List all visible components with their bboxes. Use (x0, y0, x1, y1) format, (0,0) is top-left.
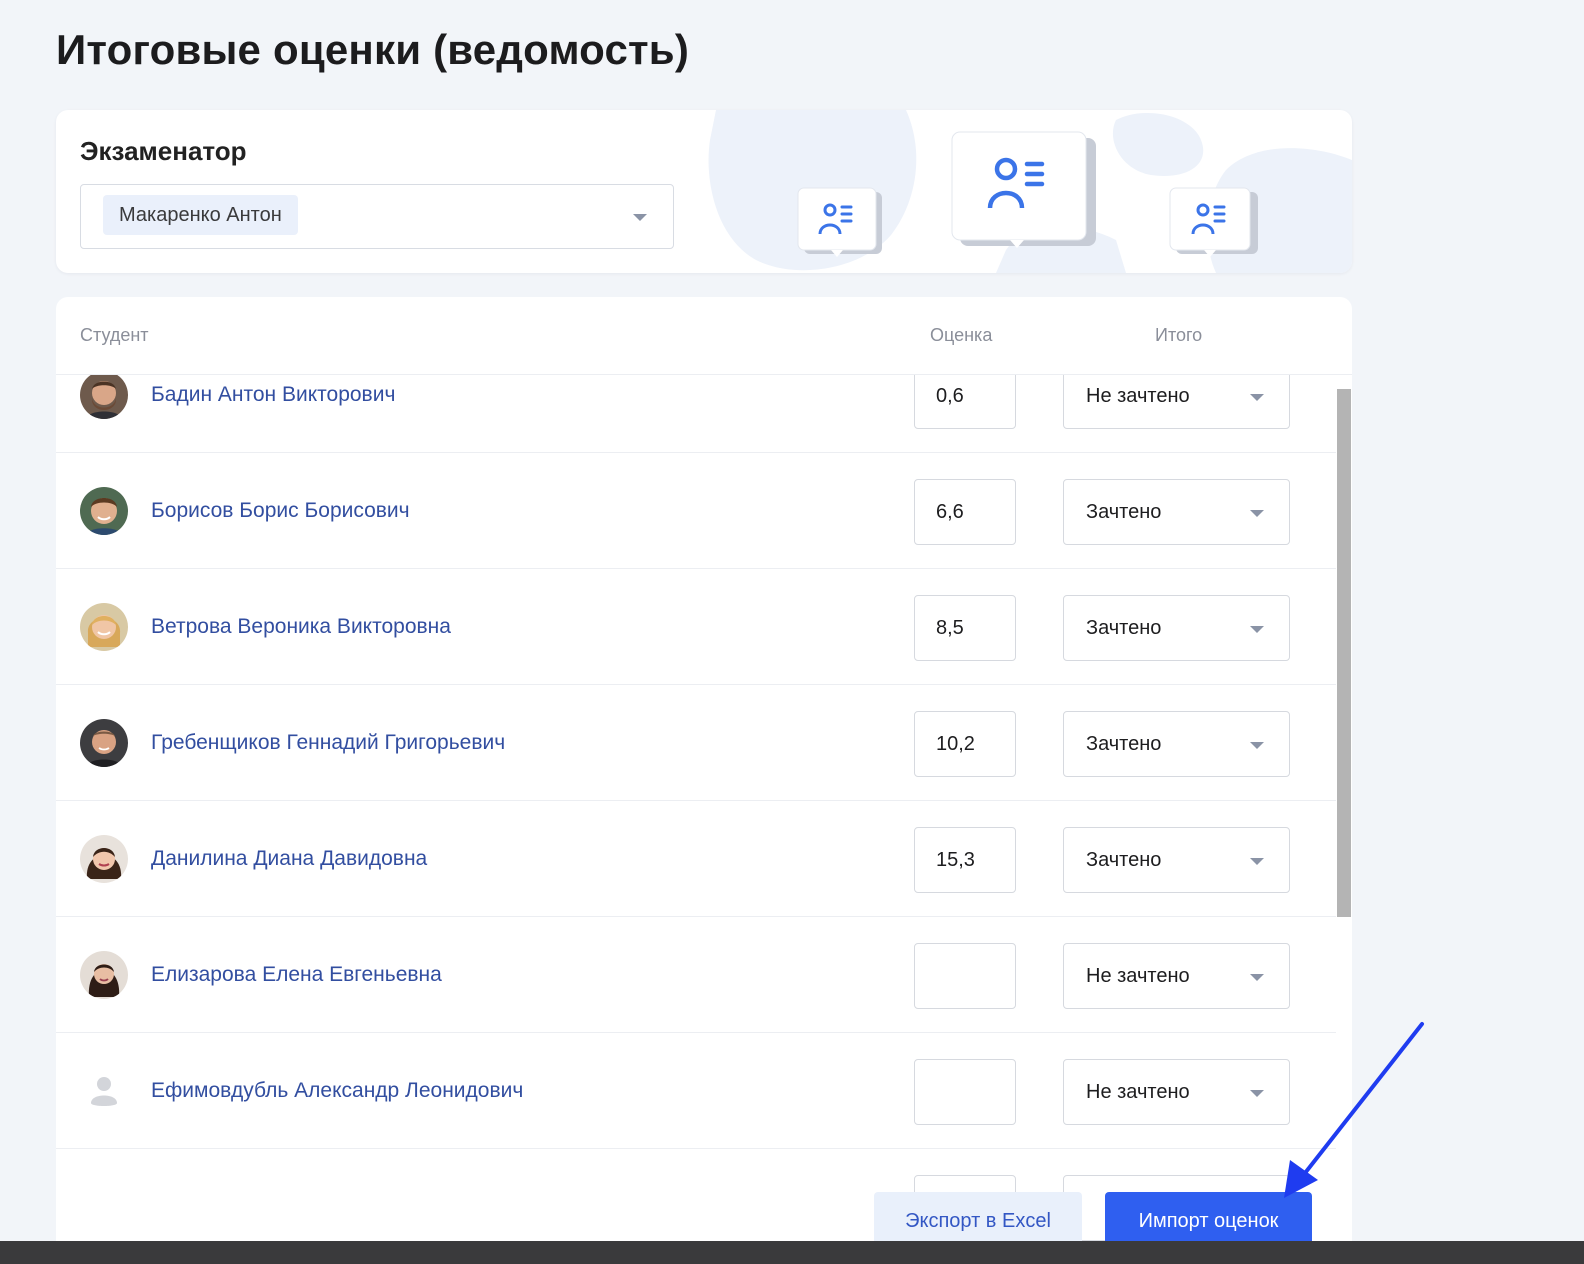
profile-card-left (797, 187, 882, 257)
table-row: Бадин Антон Викторович Не зачтено (56, 375, 1336, 453)
student-name[interactable]: Елизарова Елена Евгеньевна (151, 963, 442, 987)
chevron-down-icon (1250, 394, 1264, 401)
table-row: Данилина Диана Давидовна Зачтено (56, 801, 1336, 917)
chevron-down-icon (1250, 1090, 1264, 1097)
chevron-down-icon (633, 214, 647, 221)
grade-input[interactable] (914, 375, 1016, 429)
total-value: Не зачтено (1086, 965, 1190, 987)
total-value: Зачтено (1086, 849, 1162, 871)
avatar (80, 951, 128, 999)
grades-table: Студент Оценка Итого Бадин Антон Викторо… (56, 297, 1352, 1264)
grade-input[interactable] (914, 479, 1016, 545)
avatar (80, 487, 128, 535)
table-row: Ветрова Вероника Викторовна Зачтено (56, 569, 1336, 685)
page-title: Итоговые оценки (ведомость) (56, 26, 690, 73)
grade-input[interactable] (914, 943, 1016, 1009)
bottom-bar (0, 1241, 1584, 1264)
avatar (80, 603, 128, 651)
header-total: Итого (1155, 325, 1203, 345)
grade-input[interactable] (914, 1059, 1016, 1125)
examiner-card: Экзаменатор Макаренко Антон (56, 110, 1352, 273)
header-student: Студент (80, 325, 149, 345)
total-value: Зачтено (1086, 617, 1162, 639)
total-select[interactable]: Не зачтено (1063, 375, 1290, 429)
student-name[interactable]: Борисов Борис Борисович (151, 499, 410, 523)
examiner-chip[interactable]: Макаренко Антон (103, 195, 298, 235)
total-select[interactable]: Не зачтено (1063, 943, 1290, 1009)
total-select[interactable]: Зачтено (1063, 711, 1290, 777)
chevron-down-icon (1250, 626, 1264, 633)
table-header: Студент Оценка Итого (56, 297, 1352, 375)
grade-input[interactable] (914, 711, 1016, 777)
profile-card-right (1169, 187, 1258, 257)
avatar (80, 375, 128, 419)
grade-input[interactable] (914, 827, 1016, 893)
total-value: Зачтено (1086, 501, 1162, 523)
student-name[interactable]: Гребенщиков Геннадий Григорьевич (151, 731, 505, 755)
header-grade: Оценка (930, 325, 993, 345)
total-value: Зачтено (1086, 733, 1162, 755)
total-value: Не зачтено (1086, 385, 1190, 407)
table-row: Борисов Борис Борисович Зачтено (56, 453, 1336, 569)
table-row: Ефимовдубль Александр Леонидович Не зачт… (56, 1033, 1336, 1149)
chevron-down-icon (1250, 510, 1264, 517)
student-name[interactable]: Ефимовдубль Александр Леонидович (151, 1079, 523, 1103)
total-select[interactable]: Не зачтено (1063, 1059, 1290, 1125)
user-placeholder-icon (80, 1067, 128, 1115)
avatar (80, 719, 128, 767)
scrollbar-thumb[interactable] (1337, 389, 1351, 917)
chevron-down-icon (1250, 858, 1264, 865)
total-select[interactable]: Зачтено (1063, 595, 1290, 661)
grade-input[interactable] (914, 595, 1016, 661)
avatar (80, 835, 128, 883)
total-select[interactable]: Зачтено (1063, 479, 1290, 545)
chevron-down-icon (1250, 742, 1264, 749)
table-row: Гребенщиков Геннадий Григорьевич Зачтено (56, 685, 1336, 801)
total-select[interactable]: Зачтено (1063, 827, 1290, 893)
student-name[interactable]: Данилина Диана Давидовна (151, 847, 427, 871)
total-value: Не зачтено (1086, 1081, 1190, 1103)
examiner-select[interactable]: Макаренко Антон (80, 184, 674, 249)
profile-card-center (951, 131, 1096, 248)
examiner-label: Экзаменатор (80, 136, 247, 166)
table-row: Елизарова Елена Евгеньевна Не зачтено (56, 917, 1336, 1033)
student-name[interactable]: Ветрова Вероника Викторовна (151, 615, 451, 639)
chevron-down-icon (1250, 974, 1264, 981)
profile-cards-illustration (708, 110, 1352, 273)
student-name[interactable]: Бадин Антон Викторович (151, 383, 395, 407)
table-body[interactable]: Бадин Антон Викторович Не зачтено Борисо… (56, 375, 1336, 1264)
